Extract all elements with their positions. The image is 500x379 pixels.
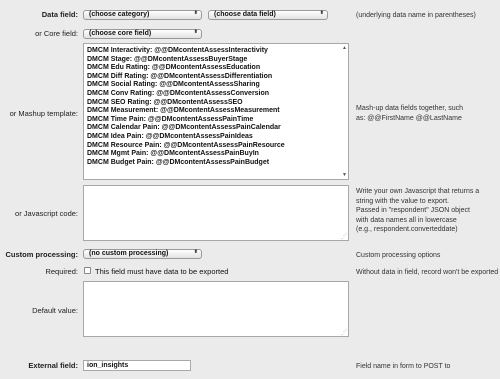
default-value-textarea[interactable]: ⋰: [83, 281, 349, 337]
mashup-line: DMCM Edu Rating: @@DMcontentAssessEducat…: [87, 64, 261, 72]
select-arrows-icon: ⬍: [193, 29, 198, 35]
javascript-note-line: Passed in "respondent" JSON object: [356, 207, 470, 214]
javascript-note-line: Write your own Javascript that returns a: [356, 188, 480, 195]
mashup-line: DMCM Budget Pain: @@DMcontentAssessPainB…: [87, 158, 270, 166]
mashup-line: DMCM Idea Pain: @@DMcontentAssessPainIde…: [87, 132, 253, 140]
data-field-select[interactable]: (choose data field) ⬍: [208, 10, 328, 20]
required-label: Required:: [45, 267, 78, 276]
custom-processing-select-value: (no custom processing): [89, 250, 169, 257]
core-field-select-value: (choose core field): [89, 30, 152, 37]
data-field-note: (underlying data name in parentheses): [356, 12, 476, 19]
mashup-line: DMCM Diff Rating: @@DMcontentAssessDiffe…: [87, 72, 273, 80]
default-value-label: Default value:: [32, 306, 78, 315]
mashup-line: DMCM Time Pain: @@DMcontentAssessPainTim…: [87, 115, 254, 123]
mashup-note-line: Mash-up data fields together, such: [356, 105, 464, 112]
external-field-input[interactable]: ion_insights: [83, 360, 191, 371]
javascript-note-line: string with the value to export.: [356, 197, 449, 205]
select-arrows-icon: ⬍: [193, 10, 198, 16]
mashup-template-label: or Mashup template:: [9, 109, 78, 118]
external-field-note: Field name in form to POST to: [356, 363, 451, 370]
javascript-note: Write your own Javascript that returns a…: [356, 187, 479, 235]
mashup-note: Mash-up data fields together, such as: @…: [356, 104, 463, 123]
javascript-note-line: (e.g., respondent.converteddate): [356, 226, 458, 233]
category-select-value: (choose category): [89, 11, 150, 18]
mashup-line: DMCM SEO Rating: @@DMcontentAssessSEO: [87, 98, 243, 106]
javascript-code-label: or Javascript code:: [15, 209, 78, 218]
custom-processing-label: Custom processing:: [5, 250, 78, 259]
mashup-line: DMCM Interactivity: @@DMcontentAssessInt…: [87, 47, 268, 54]
scroll-down-icon[interactable]: ▼: [342, 172, 347, 178]
custom-processing-select[interactable]: (no custom processing) ⬍: [83, 249, 202, 259]
data-field-select-value: (choose data field): [214, 11, 276, 18]
select-arrows-icon: ⬍: [193, 249, 198, 255]
core-field-select[interactable]: (choose core field) ⬍: [83, 29, 202, 39]
select-arrows-icon: ⬍: [319, 10, 324, 16]
scroll-up-icon[interactable]: ▲: [342, 45, 347, 51]
external-field-label: External field:: [28, 361, 78, 370]
javascript-code-textarea[interactable]: ⋰: [83, 185, 349, 241]
javascript-note-line: with data names all in lowercase: [356, 216, 457, 224]
resize-grip-icon[interactable]: ⋰: [341, 329, 347, 336]
mashup-line: DMCM Measurement: @@DMcontentAssessMeasu…: [87, 107, 280, 115]
mashup-line: DMCM Stage: @@DMcontentAssessBuyerStage: [87, 55, 248, 63]
custom-processing-note: Custom processing options: [356, 252, 441, 259]
data-field-label: Data field:: [41, 10, 78, 19]
mashup-line: DMCM Conv Rating: @@DMcontentAssessConve…: [87, 89, 270, 97]
required-note: Without data in field, record won't be e…: [356, 269, 499, 276]
mashup-note-line: as: @@FirstName @@LastName: [356, 114, 462, 122]
mashup-template-content: DMCM Interactivity: @@DMcontentAssessInt…: [87, 47, 285, 167]
category-select[interactable]: (choose category) ⬍: [83, 10, 202, 20]
mashup-template-textarea[interactable]: DMCM Interactivity: @@DMcontentAssessInt…: [83, 43, 349, 180]
required-checkbox-label[interactable]: This field must have data to be exported: [95, 267, 228, 276]
core-field-label: or Core field:: [35, 29, 78, 38]
mashup-line: DMCM Calendar Pain: @@DMcontentAssessPai…: [87, 124, 281, 132]
required-checkbox[interactable]: [84, 267, 91, 274]
mashup-line: DMCM Resource Pain: @@DMcontentAssessPai…: [87, 141, 285, 149]
mashup-line: DMCM Mgmt Pain: @@DMcontentAssessPainBuy…: [87, 150, 259, 158]
resize-grip-icon[interactable]: ⋰: [341, 233, 347, 240]
mashup-line: DMCM Social Rating: @@DMcontentAssessSha…: [87, 81, 260, 89]
